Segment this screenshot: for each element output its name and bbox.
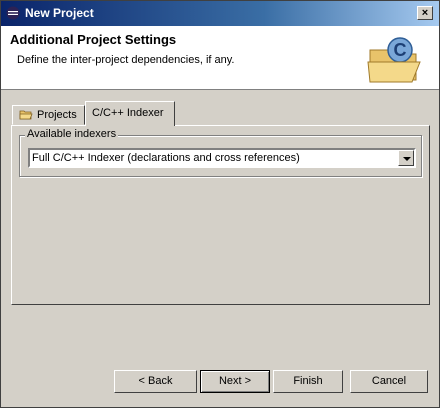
close-button[interactable]: × [417, 6, 433, 20]
page-description: Define the inter-project dependencies, i… [17, 54, 235, 66]
title-bar[interactable]: New Project × [1, 1, 439, 26]
finish-button[interactable]: Finish [273, 370, 343, 393]
wizard-header: Additional Project Settings Define the i… [1, 26, 439, 90]
tab-projects[interactable]: Projects [12, 105, 85, 125]
svg-text:C: C [394, 40, 407, 60]
eclipse-icon [6, 6, 20, 20]
close-icon: × [421, 7, 429, 19]
indexer-select[interactable]: Full C/C++ Indexer (declarations and cro… [28, 148, 416, 168]
next-button[interactable]: Next > [200, 370, 270, 393]
window-title: New Project [25, 6, 94, 20]
new-project-dialog: New Project × Additional Project Setting… [0, 0, 440, 408]
tab-cpp-indexer-label: C/C++ Indexer [92, 107, 164, 119]
indexer-select-value: Full C/C++ Indexer (declarations and cro… [32, 152, 300, 164]
tab-cpp-indexer[interactable]: C/C++ Indexer [85, 101, 175, 126]
chevron-down-icon[interactable] [398, 150, 414, 166]
page-title: Additional Project Settings [10, 32, 177, 47]
folder-icon [19, 110, 33, 120]
available-indexers-label: Available indexers [25, 128, 119, 140]
tab-bar: Projects C/C++ Indexer [12, 101, 432, 127]
cancel-button[interactable]: Cancel [350, 370, 428, 393]
available-indexers-group: Available indexers Full C/C++ Indexer (d… [19, 128, 422, 177]
tab-projects-label: Projects [37, 109, 77, 121]
back-button[interactable]: < Back [114, 370, 197, 393]
indexer-panel: Available indexers Full C/C++ Indexer (d… [11, 125, 430, 305]
c-project-folder-icon: C [367, 37, 421, 83]
